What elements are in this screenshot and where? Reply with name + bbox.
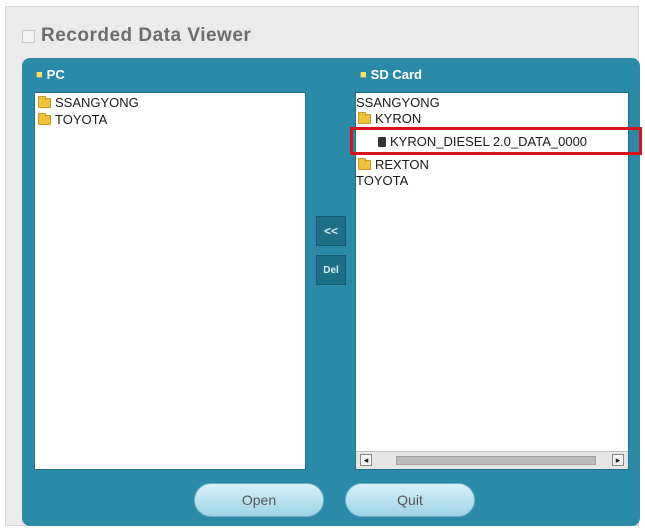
list-item-toyota[interactable]: TOYOTA — [356, 173, 408, 189]
list-item-label: TOYOTA — [356, 173, 409, 188]
folder-icon — [38, 96, 51, 108]
folder-icon — [358, 158, 371, 170]
list-item-rexton[interactable]: REXTON — [358, 157, 429, 173]
bullet-icon: ■ — [360, 68, 367, 81]
sd-label-text: SD Card — [370, 67, 422, 82]
selected-item-highlight — [350, 127, 642, 155]
list-item-toyota[interactable]: TOYOTA — [38, 112, 107, 128]
bullet-icon: ■ — [36, 68, 43, 81]
delete-button[interactable]: Del — [316, 255, 346, 285]
folder-icon — [38, 113, 51, 125]
list-item-label: SSANGYONG — [55, 95, 139, 110]
list-item-ssangyong[interactable]: SSANGYONG — [356, 95, 440, 111]
sd-pane-label: ■ SD Card — [360, 67, 422, 82]
list-item-label: TOYOTA — [55, 112, 108, 127]
copy-to-pc-button[interactable]: << — [316, 216, 346, 246]
list-item-label: REXTON — [375, 157, 429, 172]
pc-file-list[interactable]: SSANGYONG TOYOTA — [34, 92, 306, 470]
list-item-ssangyong[interactable]: SSANGYONG — [38, 95, 139, 111]
folder-icon — [358, 112, 371, 124]
list-item-label: SSANGYONG — [356, 95, 440, 110]
scroll-right-icon[interactable]: ▸ — [612, 454, 624, 466]
scroll-left-icon[interactable]: ◂ — [360, 454, 372, 466]
open-button[interactable]: Open — [194, 483, 324, 517]
quit-button[interactable]: Quit — [345, 483, 475, 517]
pc-label-text: PC — [46, 67, 65, 82]
title-checkbox-icon — [22, 29, 35, 43]
title-row: Recorded Data Viewer — [22, 24, 251, 48]
pc-pane-label: ■ PC — [36, 67, 65, 82]
list-item-label: KYRON — [375, 111, 422, 126]
horizontal-scrollbar[interactable]: ◂ ▸ — [356, 451, 628, 469]
window-title: Recorded Data Viewer — [41, 25, 252, 46]
scrollbar-thumb[interactable] — [396, 456, 596, 465]
list-item-kyron[interactable]: KYRON — [358, 111, 421, 127]
